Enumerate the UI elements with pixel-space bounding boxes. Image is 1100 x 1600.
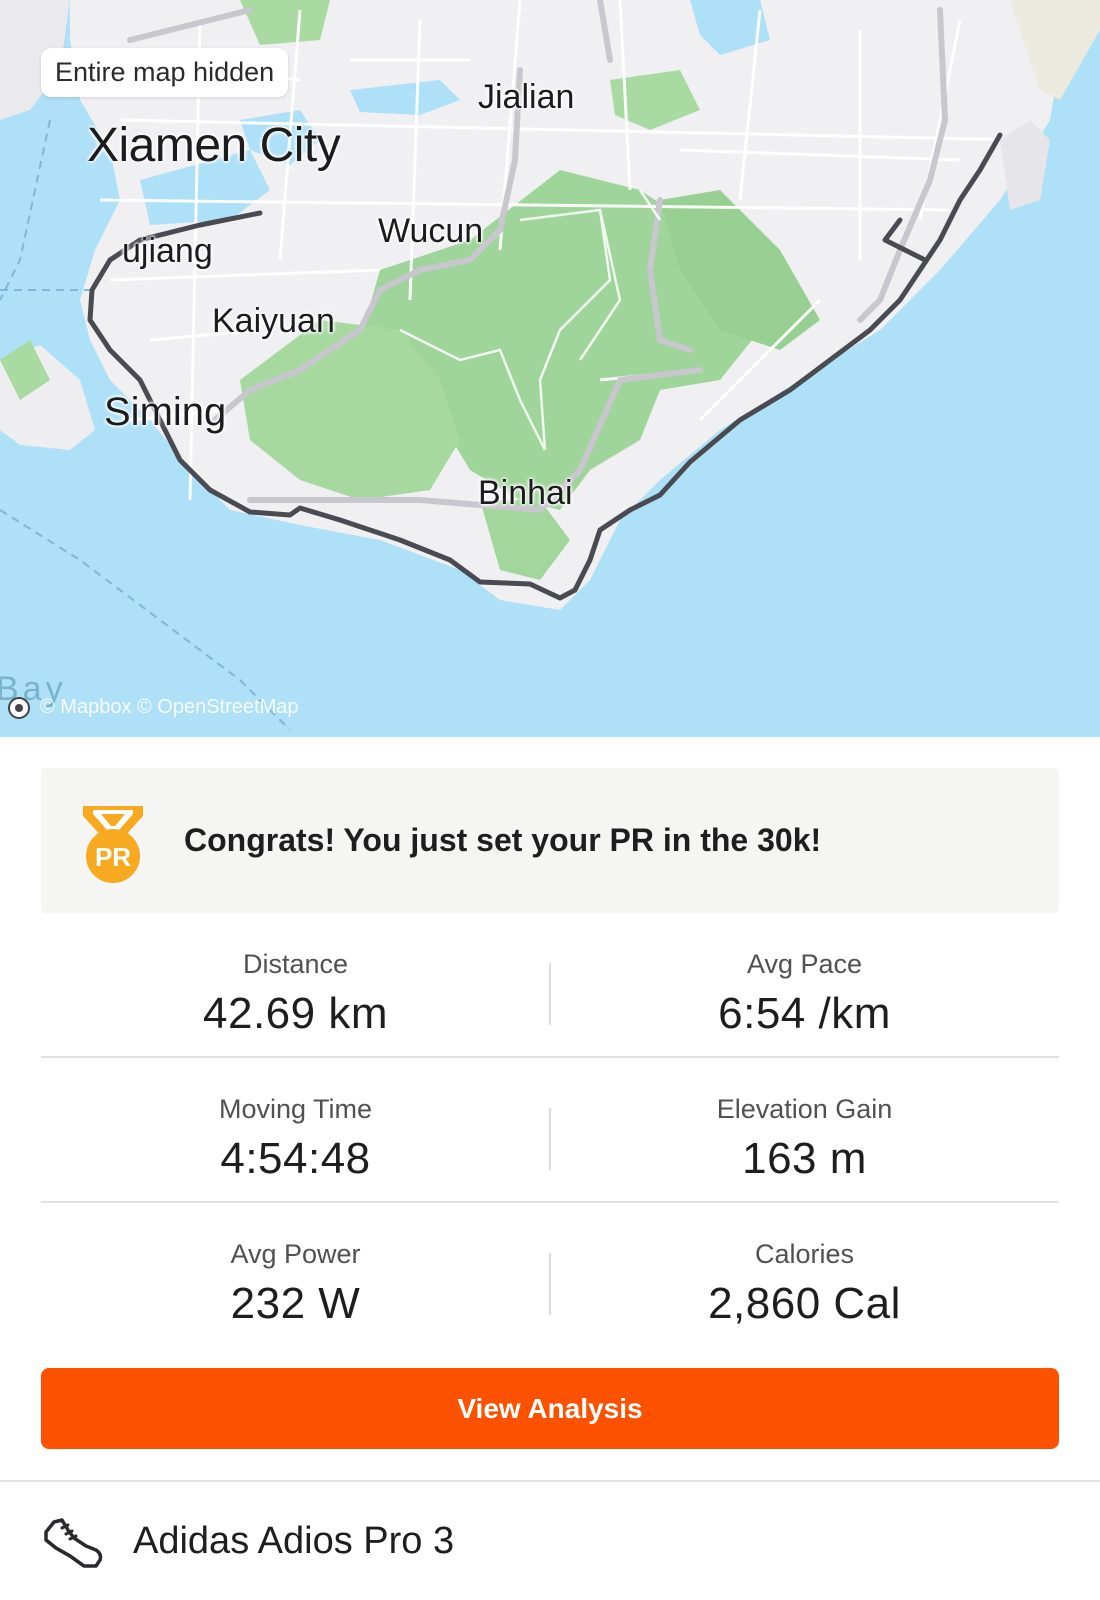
stat-calories: Calories 2,860 Cal [550,1203,1059,1348]
stat-label: Calories [754,1239,855,1269]
pr-banner[interactable]: PR Congrats! You just set your PR in the… [41,768,1059,913]
pr-medal-icon: PR [83,806,143,883]
map-attribution[interactable]: © Mapbox © OpenStreetMap [8,696,299,719]
shoe-icon [44,1518,103,1568]
map-label-lujiang: ujiang [122,232,213,270]
stat-label: Elevation Gain [716,1094,893,1124]
map-privacy-chip: Entire map hidden [41,48,289,97]
stat-avg-power: Avg Power 232 W [41,1203,550,1348]
map-label-binhai: Binhai [478,474,573,512]
stat-value: 42.69 km [203,989,388,1038]
stat-value: 232 W [230,1279,361,1328]
stat-row: Distance 42.69 km Avg Pace 6:54 /km [41,913,1059,1058]
stat-value: 163 m [742,1134,867,1183]
stat-label: Distance [242,949,349,979]
stat-label: Moving Time [218,1094,373,1124]
view-analysis-button[interactable]: View Analysis [41,1368,1059,1449]
stat-label: Avg Pace [746,949,863,979]
stat-row: Moving Time 4:54:48 Elevation Gain 163 m [41,1058,1059,1203]
map-label-kaiyuan: Kaiyuan [212,302,335,340]
stat-distance: Distance 42.69 km [41,913,550,1058]
map-label-jialian: Jialian [478,78,575,116]
map-label-wucun: Wucun [378,212,484,250]
stat-moving-time: Moving Time 4:54:48 [41,1058,550,1203]
mapbox-logo-icon [8,696,30,719]
stat-value: 2,860 Cal [708,1279,901,1328]
stat-label: Avg Power [230,1239,361,1269]
activity-map[interactable]: Entire map hidden Xiamen City Jialian Wu… [0,0,1100,737]
pr-medal-text: PR [95,842,131,872]
stat-elevation-gain: Elevation Gain 163 m [550,1058,1059,1203]
stat-value: 4:54:48 [220,1134,371,1183]
stat-avg-pace: Avg Pace 6:54 /km [550,913,1059,1058]
map-label-xiamen-city: Xiamen City [87,119,341,172]
activity-stats: Distance 42.69 km Avg Pace 6:54 /km Movi… [41,913,1059,1348]
stat-value: 6:54 /km [718,989,891,1038]
map-label-siming: Siming [104,390,227,434]
stat-row: Avg Power 232 W Calories 2,860 Cal [41,1203,1059,1348]
pr-message: Congrats! You just set your PR in the 30… [184,822,822,858]
gear-row[interactable]: Adidas Adios Pro 3 [0,1482,1100,1600]
gear-name: Adidas Adios Pro 3 [133,1520,455,1562]
map-attribution-text: © Mapbox © OpenStreetMap [40,696,299,718]
